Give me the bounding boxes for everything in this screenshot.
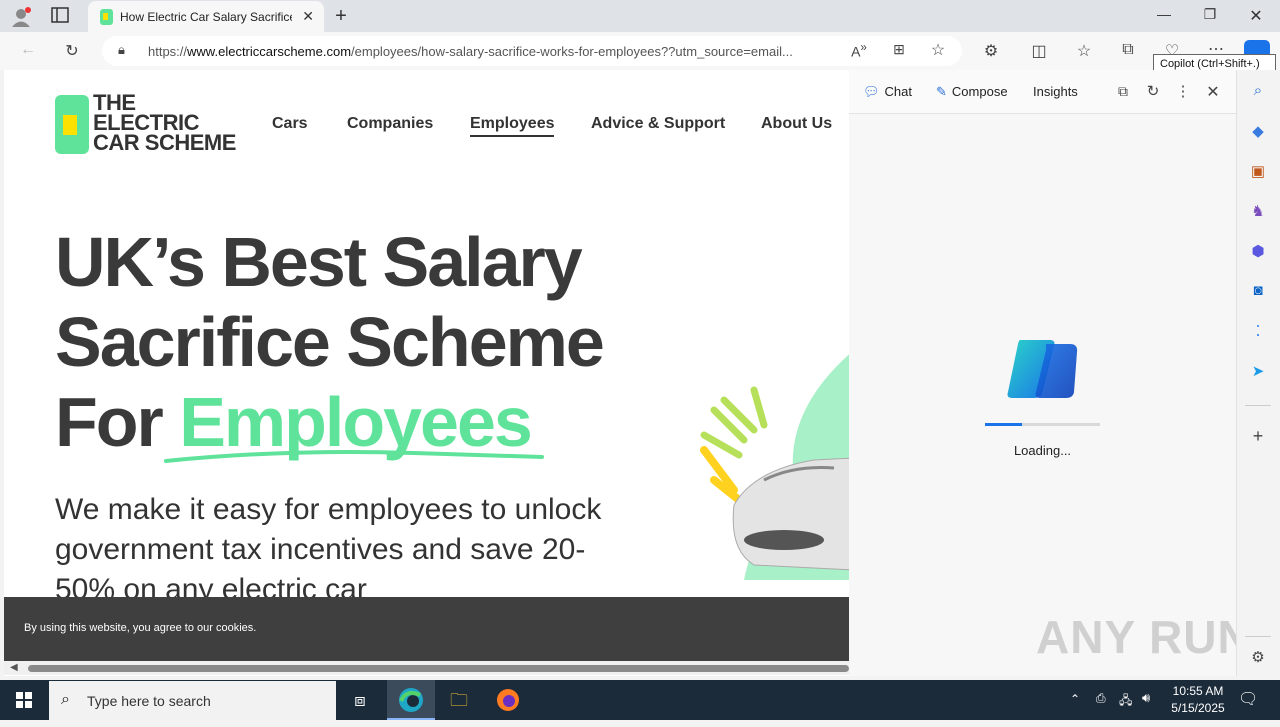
tab-title: How Electric Car Salary Sacrifice	[120, 10, 292, 24]
copilot-more-icon[interactable]: ⋮	[1171, 82, 1195, 100]
taskbar-search[interactable]: ⌕ Type here to search	[49, 681, 336, 720]
favorites-icon[interactable]: ☆	[1072, 41, 1096, 61]
sidebar-office-icon[interactable]: ⬢	[1248, 242, 1268, 262]
sidebar-divider	[1245, 405, 1271, 406]
minimize-icon[interactable]: —	[1155, 6, 1173, 22]
address-bar[interactable]: 🔒︎ https://www.electriccarscheme.com/emp…	[102, 36, 962, 66]
scrollbar-thumb[interactable]	[28, 665, 849, 672]
lock-icon[interactable]: 🔒︎	[118, 42, 125, 58]
headline-underline-decoration	[164, 450, 544, 463]
site-logo[interactable]: THE ELECTRIC CAR SCHEME	[93, 92, 236, 155]
tab-label: Chat	[884, 84, 912, 99]
search-icon: ⌕	[61, 691, 70, 708]
sidebar-drop-icon[interactable]: ⁚	[1248, 322, 1268, 342]
copilot-tab-insights[interactable]: Insights	[1033, 84, 1078, 99]
copilot-loading-text: Loading...	[1013, 443, 1072, 458]
copilot-refresh-icon[interactable]: ↻	[1141, 82, 1165, 100]
collections-icon[interactable]: ⧉	[1116, 41, 1140, 59]
copilot-logo-icon	[1007, 340, 1078, 398]
tray-chevron-icon[interactable]: ⌃	[1070, 692, 1080, 706]
cookie-banner: By using this website, you agree to our …	[4, 597, 849, 661]
headline-line: Sacrifice Scheme	[55, 303, 605, 381]
sidebar-games-icon[interactable]: ♞	[1248, 202, 1268, 222]
tab-actions-icon[interactable]	[50, 7, 70, 25]
edge-taskbar-icon[interactable]	[387, 680, 435, 720]
sidebar-settings-icon[interactable]: ⚙	[1248, 648, 1268, 668]
profile-icon[interactable]	[10, 6, 32, 28]
anyrun-watermark: ANY RUN	[1036, 611, 1252, 663]
loading-bar-fill	[985, 423, 1022, 426]
firefox-icon[interactable]	[484, 680, 532, 720]
new-tab-icon[interactable]: +	[332, 5, 350, 28]
clock-time: 10:55 AM	[1172, 684, 1224, 698]
site-favicon-icon	[100, 9, 113, 25]
url-text[interactable]: https://www.electriccarscheme.com/employ…	[148, 44, 838, 59]
tab-close-icon[interactable]: ✕	[302, 8, 314, 25]
task-view-icon[interactable]: ⧈	[336, 680, 384, 720]
nav-cars[interactable]: Cars	[272, 115, 308, 133]
hero-headline: UK’s Best Salary Sacrifice Scheme For Em…	[55, 222, 675, 462]
scroll-left-icon[interactable]: ◀	[10, 662, 18, 673]
restore-icon[interactable]: ❐	[1201, 6, 1219, 23]
tray-volume-icon[interactable]: 🔊︎	[1142, 690, 1150, 706]
logo-mark-icon[interactable]	[55, 95, 89, 154]
nav-advice-support[interactable]: Advice & Support	[591, 115, 725, 133]
sidebar-shopping-icon[interactable]: ◆	[1248, 122, 1268, 142]
sidebar-divider	[1245, 636, 1271, 637]
taskbar-clock[interactable]: 10:55 AM 5/15/2025	[1158, 683, 1238, 717]
active-tab[interactable]: How Electric Car Salary Sacrifice ✕	[88, 1, 324, 33]
sidebar-add-icon[interactable]: +	[1248, 426, 1268, 446]
hero-subtext: We make it easy for employees to unlock …	[55, 493, 602, 606]
nav-companies[interactable]: Companies	[347, 115, 433, 133]
notifications-icon[interactable]: 🗨︎	[1238, 689, 1258, 709]
tray-device-icon[interactable]: ⎙	[1096, 691, 1106, 706]
cookie-text: By using this website, you agree to our …	[24, 622, 257, 634]
hero-car-image	[700, 354, 849, 580]
copilot-close-icon[interactable]: ✕	[1201, 82, 1225, 102]
website-viewport: THE ELECTRIC CAR SCHEME Cars Companies E…	[4, 70, 849, 676]
copilot-tab-compose[interactable]: ✎ Compose	[936, 84, 1008, 100]
search-placeholder: Type here to search	[87, 693, 211, 709]
file-explorer-icon[interactable]: 🗀︎	[435, 680, 483, 720]
tray-network-icon[interactable]: 🖧︎	[1119, 691, 1132, 712]
logo-line: CAR SCHEME	[93, 130, 236, 155]
nav-employees[interactable]: Employees	[470, 115, 555, 137]
copilot-tab-chat[interactable]: 💬︎ Chat	[863, 84, 912, 100]
nav-about-us[interactable]: About Us	[761, 115, 832, 133]
app-available-icon[interactable]: ⊞	[887, 41, 911, 58]
read-aloud-icon[interactable]: A»	[847, 41, 871, 60]
favorite-star-icon[interactable]: ☆	[926, 40, 950, 60]
sidebar-search-icon[interactable]: ⌕	[1248, 82, 1268, 102]
start-button[interactable]	[0, 680, 48, 720]
headline-line: UK’s Best Salary	[55, 223, 583, 301]
tab-label: Compose	[951, 84, 1008, 99]
extensions-icon[interactable]: ⚙	[979, 41, 1003, 61]
sidebar-send-icon[interactable]: ➤	[1248, 362, 1268, 382]
sidebar-tools-icon[interactable]: ▣	[1248, 162, 1268, 182]
chat-icon: 💬︎	[863, 84, 880, 99]
compose-icon: ✎	[936, 84, 947, 99]
clock-date: 5/15/2025	[1171, 701, 1225, 715]
open-in-new-icon[interactable]: ⧉	[1111, 83, 1135, 100]
back-icon[interactable]: ←	[16, 41, 40, 59]
windows-logo-icon	[16, 692, 32, 708]
sidebar-outlook-icon[interactable]: ◙	[1248, 282, 1268, 302]
copilot-loading-bar	[985, 423, 1100, 426]
horizontal-scrollbar[interactable]: ◀	[4, 661, 849, 675]
split-screen-icon[interactable]: ◫	[1027, 41, 1051, 61]
refresh-icon[interactable]: ↻	[60, 41, 84, 61]
window-close-icon[interactable]: ✕	[1247, 6, 1265, 26]
